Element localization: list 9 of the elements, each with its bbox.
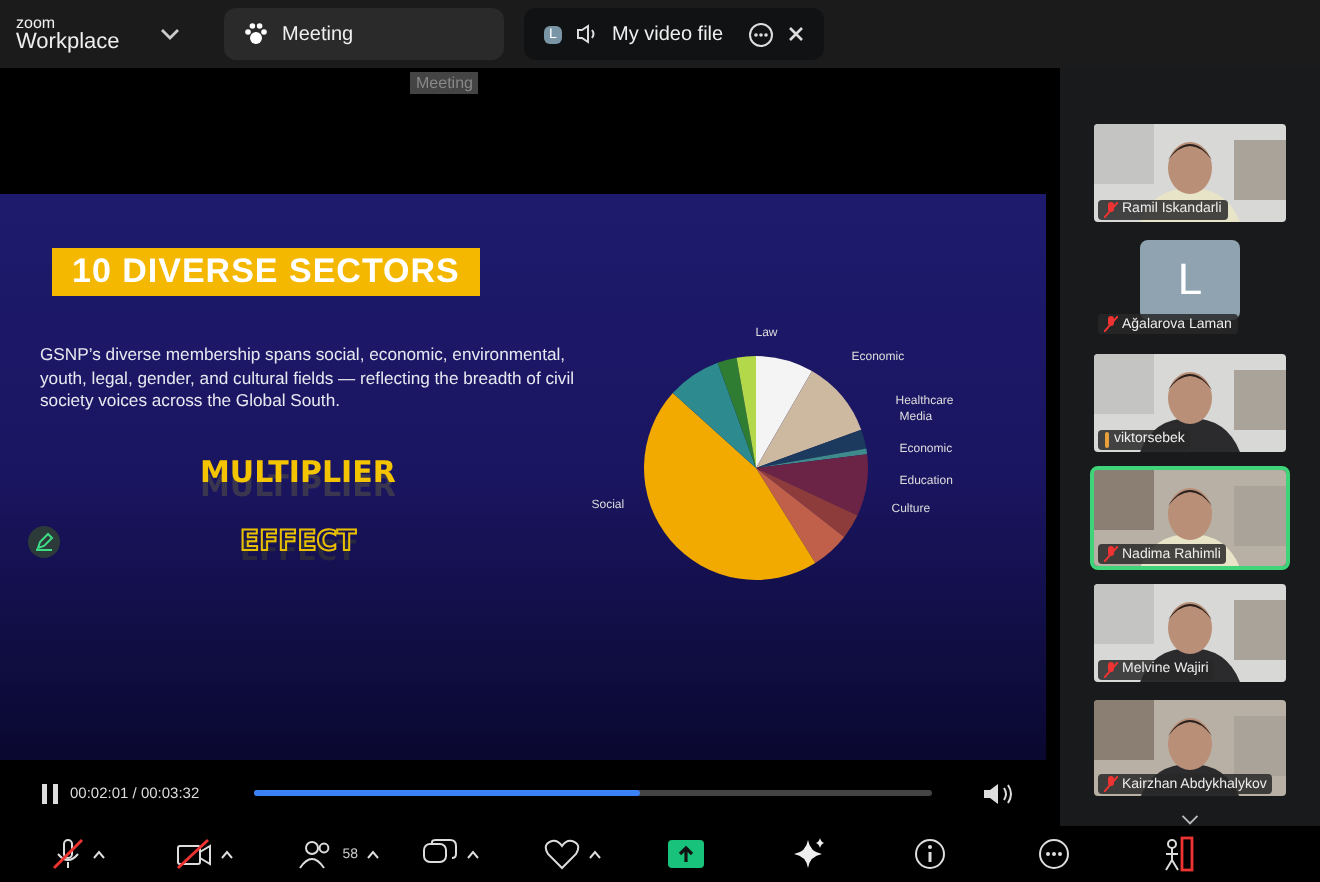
slide-headline: EFFECT xyxy=(240,525,357,558)
avatar-initial: L xyxy=(1177,253,1203,306)
brand-name: zoom xyxy=(16,15,58,31)
tab[interactable]: Meeting xyxy=(224,8,504,60)
slide-text: GSNP’s diverse membership spans social, economic, environmental, youth, legal, gender, and cultural fields — reflecting the breadth of civil society voices across the Global South. xyxy=(40,344,577,414)
slide-title: 10 DIVERSE SECTORS xyxy=(52,248,480,296)
brand-name: Workplace xyxy=(16,31,122,53)
tooltip: Meeting xyxy=(410,72,479,94)
slide-headline: MULTIPLIER xyxy=(200,453,396,490)
